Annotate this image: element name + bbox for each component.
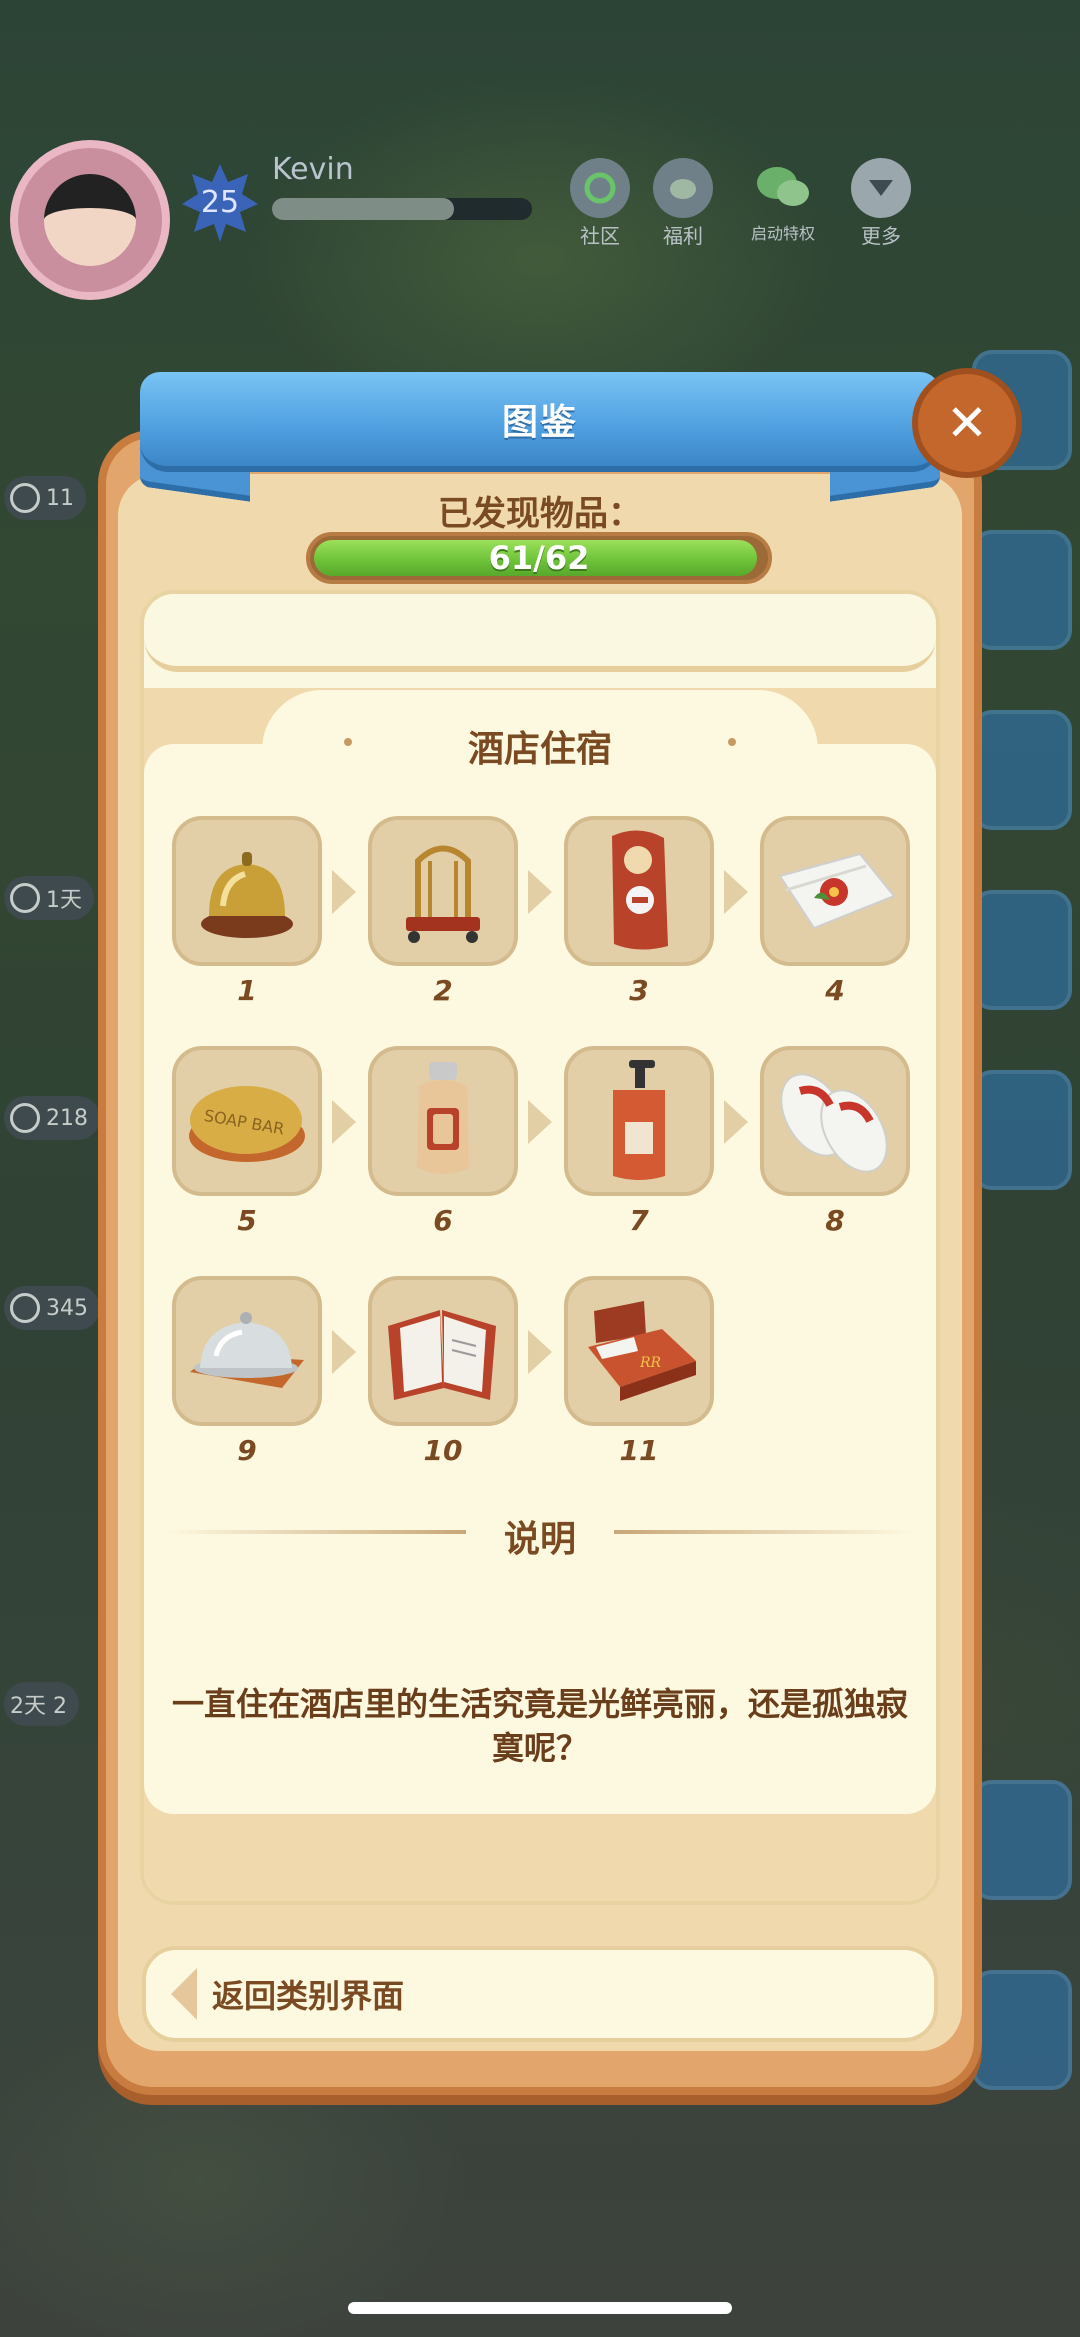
- pump-bottle-icon: [564, 1046, 714, 1196]
- player-avatar[interactable]: [10, 140, 170, 300]
- collection-item[interactable]: SOAP BAR 5: [172, 1046, 322, 1237]
- home-indicator[interactable]: [348, 2302, 732, 2314]
- side-timer[interactable]: 218: [4, 1096, 100, 1140]
- chain-arrow-icon: [528, 1330, 552, 1374]
- modal-title: 图鉴: [501, 402, 578, 443]
- collection-item[interactable]: 9: [172, 1276, 322, 1467]
- more-label: 更多: [861, 224, 901, 248]
- item-number: 5: [237, 1204, 257, 1237]
- item-number: 4: [825, 974, 845, 1007]
- side-timer-text: 2天 2: [10, 1694, 67, 1719]
- xp-bar-fill: [272, 198, 454, 220]
- item-number: 1: [237, 974, 257, 1007]
- level-badge: 25: [180, 162, 260, 242]
- side-timer-text: 1天: [46, 888, 82, 913]
- collection-item[interactable]: 10: [368, 1276, 518, 1467]
- item-number: 8: [825, 1204, 845, 1237]
- collection-item[interactable]: 6: [368, 1046, 518, 1237]
- welfare-label: 福利: [663, 224, 703, 248]
- back-arrow-icon: [164, 1959, 204, 2029]
- side-timer[interactable]: 345: [4, 1286, 100, 1330]
- community-button[interactable]: 社区: [565, 158, 635, 249]
- progress-text: 61/62: [488, 539, 590, 577]
- side-timer[interactable]: 2天 2: [4, 1682, 79, 1726]
- cloche-icon: [172, 1276, 322, 1426]
- service-bell-icon: [172, 816, 322, 966]
- back-label: 返回类别界面: [212, 1977, 405, 2015]
- close-icon: ✕: [946, 394, 988, 452]
- collection-item[interactable]: 8: [760, 1046, 910, 1237]
- item-number: 2: [433, 974, 453, 1007]
- hotel-bed-icon: RR: [564, 1276, 714, 1426]
- side-menu-button[interactable]: [972, 1970, 1072, 2090]
- door-hanger-icon: [564, 816, 714, 966]
- more-button[interactable]: 更多: [846, 158, 916, 249]
- welfare-icon: [653, 158, 713, 218]
- clock-icon: [10, 1293, 40, 1323]
- back-to-categories-button[interactable]: 返回类别界面: [142, 1946, 938, 2042]
- chain-arrow-icon: [528, 1100, 552, 1144]
- collection-item[interactable]: 3: [564, 816, 714, 1007]
- more-icon: [851, 158, 911, 218]
- item-number: 9: [237, 1434, 257, 1467]
- item-number: 3: [629, 974, 649, 1007]
- found-items-label: 已发现物品：: [438, 494, 642, 534]
- welfare-button[interactable]: 福利: [648, 158, 718, 249]
- community-label: 社区: [580, 224, 620, 248]
- side-timer[interactable]: 1天: [4, 876, 94, 920]
- side-menu-button[interactable]: [972, 1780, 1072, 1900]
- guest-book-icon: [368, 1276, 518, 1426]
- wechat-privilege-label: 启动特权: [750, 224, 815, 243]
- chain-arrow-icon: [332, 1100, 356, 1144]
- xp-bar: [272, 198, 532, 220]
- chain-arrow-icon: [724, 870, 748, 914]
- chain-arrow-icon: [332, 870, 356, 914]
- category-title: 酒店住宿: [467, 729, 612, 770]
- bed-monogram-text: RR: [639, 1355, 662, 1371]
- clock-icon: [10, 1103, 40, 1133]
- side-menu-button[interactable]: [972, 1070, 1072, 1190]
- side-menu-button[interactable]: [972, 890, 1072, 1010]
- collection-item[interactable]: 4: [760, 816, 910, 1007]
- collection-item[interactable]: 2: [368, 816, 518, 1007]
- side-menu-button[interactable]: [972, 530, 1072, 650]
- description-title: 说明: [503, 1519, 576, 1560]
- collection-item[interactable]: 1: [172, 816, 322, 1007]
- chain-arrow-icon: [332, 1330, 356, 1374]
- luggage-cart-icon: [368, 816, 518, 966]
- wechat-icon: [753, 158, 813, 218]
- description-text: 一直住在酒店里的生活究竟是光鲜亮丽，还是孤独寂寞呢？: [171, 1685, 908, 1767]
- chain-arrow-icon: [528, 870, 552, 914]
- lotion-bottle-icon: [368, 1046, 518, 1196]
- chain-arrow-icon: [724, 1100, 748, 1144]
- item-number: 6: [433, 1204, 453, 1237]
- clock-icon: [10, 883, 40, 913]
- previous-category-strip: [144, 594, 936, 672]
- level-number: 25: [200, 184, 240, 220]
- slippers-icon: [760, 1046, 910, 1196]
- item-number: 11: [619, 1434, 659, 1467]
- side-timer-text: 218: [46, 1105, 88, 1131]
- wechat-privilege-button[interactable]: 启动特权: [748, 158, 818, 244]
- title-ribbon: 图鉴: [140, 372, 940, 472]
- collection-item[interactable]: RR 11: [564, 1276, 714, 1467]
- item-number: 10: [423, 1434, 463, 1467]
- player-name: Kevin: [272, 152, 354, 187]
- soap-bar-icon: SOAP BAR: [172, 1046, 322, 1196]
- side-timer-text: 345: [46, 1295, 88, 1321]
- close-button[interactable]: ✕: [912, 368, 1022, 478]
- community-icon: [570, 158, 630, 218]
- avatar-face: [44, 174, 136, 266]
- towel-flower-icon: [760, 816, 910, 966]
- item-number: 7: [629, 1204, 649, 1237]
- collection-item[interactable]: 7: [564, 1046, 714, 1237]
